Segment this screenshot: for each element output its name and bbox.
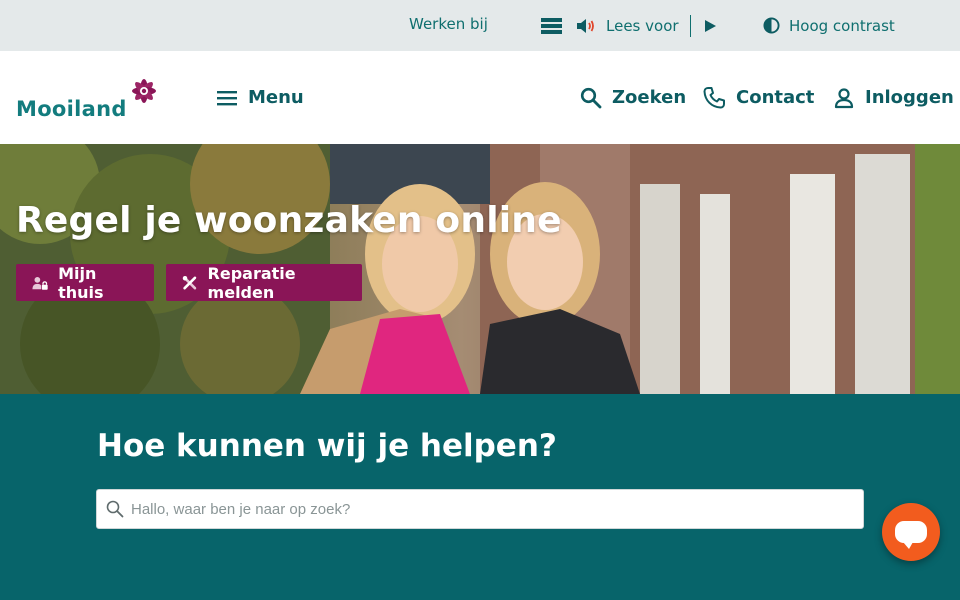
mooiland-logo[interactable]: Mooiland — [16, 77, 176, 125]
phone-icon — [703, 86, 725, 108]
main-header: Mooiland Menu Zoeken Contact Inloggen — [0, 51, 960, 144]
contrast-icon — [763, 17, 780, 34]
flower-logo-icon — [132, 79, 156, 103]
menu-label: Menu — [248, 87, 304, 108]
menu-icon — [217, 90, 237, 105]
contact-label: Contact — [736, 87, 815, 108]
help-search-box[interactable] — [96, 489, 864, 529]
reparatie-melden-label: Reparatie melden — [207, 263, 296, 302]
search-icon — [106, 500, 124, 518]
play-icon[interactable] — [704, 19, 716, 32]
login-button[interactable]: Inloggen — [833, 51, 954, 144]
hoog-contrast-toggle[interactable]: Hoog contrast — [763, 0, 895, 51]
contact-button[interactable]: Contact — [702, 51, 814, 144]
hero-banner: Regel je woonzaken online Mijn thuis Rep… — [0, 144, 960, 394]
login-label: Inloggen — [865, 87, 954, 108]
help-title: Hoe kunnen wij je helpen? — [97, 428, 557, 464]
mijn-thuis-label: Mijn thuis — [58, 263, 104, 302]
tools-icon — [182, 275, 197, 289]
lees-voor-label: Lees voor — [606, 16, 679, 35]
speaker-icon — [577, 18, 594, 33]
search-button[interactable]: Zoeken — [580, 51, 686, 144]
utility-bar: Werken bij Lees voor Hoog contrast — [0, 0, 960, 51]
help-section: Hoe kunnen wij je helpen? — [0, 394, 960, 600]
user-icon — [834, 87, 854, 108]
lees-voor-control[interactable]: Lees voor — [541, 0, 716, 51]
werken-bij-label: Werken bij — [409, 14, 488, 33]
user-lock-icon — [32, 276, 48, 290]
search-label: Zoeken — [612, 87, 687, 108]
logo-text: Mooiland — [16, 97, 127, 121]
readspeaker-menu-icon[interactable] — [541, 17, 562, 34]
werken-bij-link[interactable]: Werken bij — [409, 0, 488, 49]
mijn-thuis-button[interactable]: Mijn thuis — [16, 263, 154, 302]
chat-button[interactable] — [882, 503, 940, 561]
help-search-input[interactable] — [131, 500, 831, 518]
menu-button[interactable]: Menu — [216, 51, 304, 144]
reparatie-melden-button[interactable]: Reparatie melden — [166, 263, 362, 302]
search-icon — [580, 87, 602, 108]
hero-title: Regel je woonzaken online — [16, 200, 562, 241]
divider — [689, 14, 691, 37]
chat-bubble-icon — [895, 521, 927, 549]
hoog-contrast-label: Hoog contrast — [789, 16, 895, 35]
